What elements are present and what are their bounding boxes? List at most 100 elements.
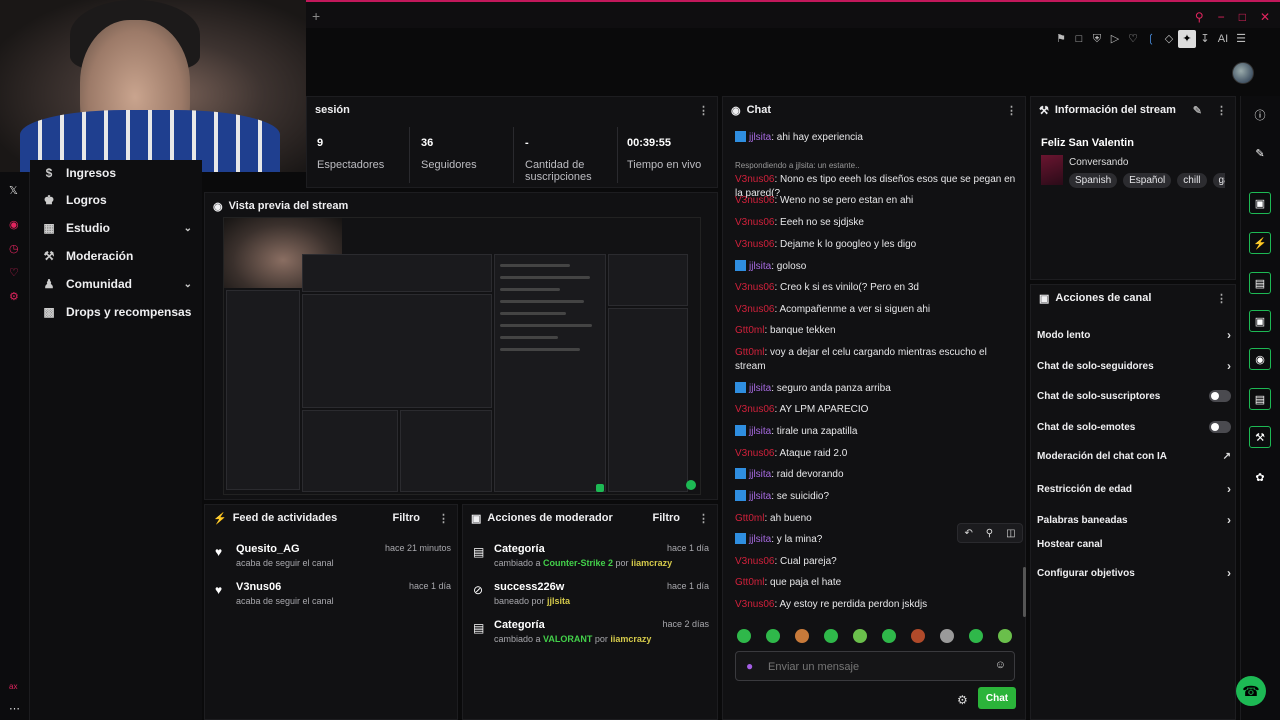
action-ai-moderation[interactable]: Moderación del chat con IA ↗ <box>1037 451 1231 462</box>
microphone-icon[interactable]: ● <box>746 659 753 673</box>
action-banned-words[interactable]: Palabras baneadas › <box>1037 513 1231 527</box>
emote-icon[interactable] <box>853 629 867 643</box>
subs-only-toggle[interactable] <box>1209 390 1231 402</box>
search-icon[interactable]: ⚲ <box>1195 10 1204 24</box>
nav-item-drops[interactable]: ▩ Drops y recompensas <box>42 305 192 319</box>
reply-icon[interactable]: ↶ <box>964 528 972 539</box>
chat-message[interactable]: V3nus06: Cual pareja? <box>735 555 1017 569</box>
delete-icon[interactable]: ◫ <box>1006 528 1015 539</box>
emote-icon[interactable] <box>940 629 954 643</box>
chat-message[interactable]: V3nus06: Ay estoy re perdida perdon jskd… <box>735 598 1017 612</box>
chat-input[interactable] <box>768 658 988 676</box>
send-icon[interactable]: ▷ <box>1106 30 1124 48</box>
emote-icon[interactable] <box>795 629 809 643</box>
chat-icon[interactable]: ▣ <box>1249 310 1271 332</box>
mod-user-link[interactable]: iiamcrazy <box>631 558 672 568</box>
chat-username[interactable]: V3nus06 <box>735 174 774 185</box>
edit-icon[interactable]: ✎ <box>1249 142 1271 164</box>
chat-message[interactable]: jjlsita: se suicidio? <box>735 490 1017 504</box>
emote-icon[interactable] <box>969 629 983 643</box>
emote-icon[interactable] <box>998 629 1012 643</box>
ax-icon[interactable]: ax <box>9 682 17 691</box>
maximize-icon[interactable]: □ <box>1239 10 1246 24</box>
kebab-menu-icon[interactable]: ⋮ <box>698 512 709 525</box>
clip-icon[interactable]: ▣ <box>1249 192 1271 214</box>
kebab-menu-icon[interactable]: ⋮ <box>698 104 709 117</box>
pin-icon[interactable]: ⚲ <box>986 528 993 539</box>
close-icon[interactable]: ✕ <box>1260 10 1270 24</box>
mod-user-link[interactable]: iiamcrazy <box>610 634 651 644</box>
chat-username[interactable]: V3nus06 <box>735 239 774 250</box>
action-set-goals[interactable]: Configurar objetivos › <box>1037 566 1231 580</box>
gear-icon[interactable]: ⚙ <box>957 693 968 707</box>
emote-icon[interactable] <box>737 629 751 643</box>
stream-category[interactable]: Conversando <box>1069 157 1128 168</box>
chat-message[interactable]: Gtt0ml: voy a dejar el celu cargando mie… <box>735 346 1017 374</box>
chat-username[interactable]: jjlsita <box>749 491 771 502</box>
kebab-menu-icon[interactable]: ⋮ <box>1006 104 1017 117</box>
chat-username[interactable]: V3nus06 <box>735 304 774 315</box>
chat-username[interactable]: Gtt0ml <box>735 347 764 358</box>
settings-icon[interactable]: ⚙ <box>9 290 19 303</box>
action-host-channel[interactable]: Hostear canal <box>1037 539 1231 550</box>
lightning-icon[interactable]: ⚡ <box>1249 232 1271 254</box>
mod-category-link[interactable]: Counter-Strike 2 <box>543 558 613 568</box>
shield-icon[interactable]: ⛨ <box>1088 30 1106 48</box>
wifi-icon[interactable]: ❲ <box>1142 30 1160 48</box>
clock-icon[interactable]: ◷ <box>9 242 19 255</box>
nav-item-logros[interactable]: ♚ Logros <box>42 193 192 207</box>
action-followers-only[interactable]: Chat de solo-seguidores › <box>1037 359 1231 373</box>
document-icon[interactable]: ▤ <box>1249 272 1271 294</box>
record-icon[interactable]: ◉ <box>9 218 19 231</box>
emote-icon[interactable] <box>766 629 780 643</box>
translate-icon[interactable]: AI <box>1214 30 1232 48</box>
chat-username[interactable]: Gtt0ml <box>735 513 764 524</box>
chat-username[interactable]: V3nus06 <box>735 404 774 415</box>
info-icon[interactable]: ⓘ <box>1249 104 1271 126</box>
filter-button[interactable]: Filtro <box>653 512 681 524</box>
chat-message[interactable]: jjlsita: tirale una zapatilla <box>735 425 1017 439</box>
chat-username[interactable]: V3nus06 <box>735 448 774 459</box>
filter-button[interactable]: Filtro <box>393 512 421 524</box>
feed-user[interactable]: Quesito_AG <box>236 543 300 555</box>
chat-username[interactable]: Gtt0ml <box>735 577 764 588</box>
kebab-menu-icon[interactable]: ⋮ <box>1216 104 1227 117</box>
chat-username[interactable]: V3nus06 <box>735 282 774 293</box>
action-age-restriction[interactable]: Restricción de edad › <box>1037 482 1231 496</box>
emote-icon[interactable] <box>911 629 925 643</box>
chat-message[interactable]: V3nus06: AY LPM APARECIO <box>735 403 1017 417</box>
puzzle-icon[interactable]: ◇ <box>1160 30 1178 48</box>
layers-icon[interactable]: ▤ <box>1249 388 1271 410</box>
kebab-menu-icon[interactable]: ⋮ <box>1216 292 1227 305</box>
user-avatar[interactable] <box>1232 62 1254 84</box>
chat-message[interactable]: Gtt0ml: banque tekken <box>735 324 1017 338</box>
chat-username[interactable]: jjlsita <box>749 132 771 143</box>
chat-message[interactable]: V3nus06: Weno no se pero estan en ahi <box>735 194 1017 208</box>
chat-username[interactable]: Gtt0ml <box>735 325 764 336</box>
menu-icon[interactable]: ☰ <box>1232 30 1250 48</box>
mod-user-link[interactable]: jjlsita <box>547 596 570 606</box>
plugin-icon[interactable]: ✿ <box>1249 466 1271 488</box>
nav-item-moderacion[interactable]: ⚒ Moderación <box>42 249 192 263</box>
nav-item-ingresos[interactable]: $ Ingresos <box>42 166 192 180</box>
emote-icon[interactable] <box>882 629 896 643</box>
chat-username[interactable]: jjlsita <box>749 534 771 545</box>
chat-username[interactable]: jjlsita <box>749 383 771 394</box>
chat-message[interactable]: jjlsita: goloso <box>735 260 1017 274</box>
chat-username[interactable]: jjlsita <box>749 469 771 480</box>
tag[interactable]: Spanish <box>1069 173 1118 188</box>
chat-username[interactable]: jjlsita <box>749 261 771 272</box>
emoji-icon[interactable]: ☺ <box>995 659 1006 671</box>
send-chat-button[interactable]: Chat <box>978 687 1016 709</box>
download-icon[interactable]: ↧ <box>1196 30 1214 48</box>
mod-category-link[interactable]: VALORANT <box>543 634 592 644</box>
help-button[interactable]: ☎ <box>1236 676 1266 706</box>
chat-username[interactable]: jjlsita <box>749 426 771 437</box>
bookmark-icon[interactable]: ⚑ <box>1052 30 1070 48</box>
nav-item-comunidad[interactable]: ♟ Comunidad ⌄ <box>42 277 192 291</box>
chat-scrollbar[interactable] <box>1023 567 1026 617</box>
emote-icon[interactable] <box>824 629 838 643</box>
chat-message[interactable]: V3nus06: Creo k si es vinilo(? Pero en 3… <box>735 281 1017 295</box>
new-tab-button[interactable]: + <box>312 8 320 24</box>
chat-message[interactable]: V3nus06: Eeeh no se sjdjske <box>735 216 1017 230</box>
